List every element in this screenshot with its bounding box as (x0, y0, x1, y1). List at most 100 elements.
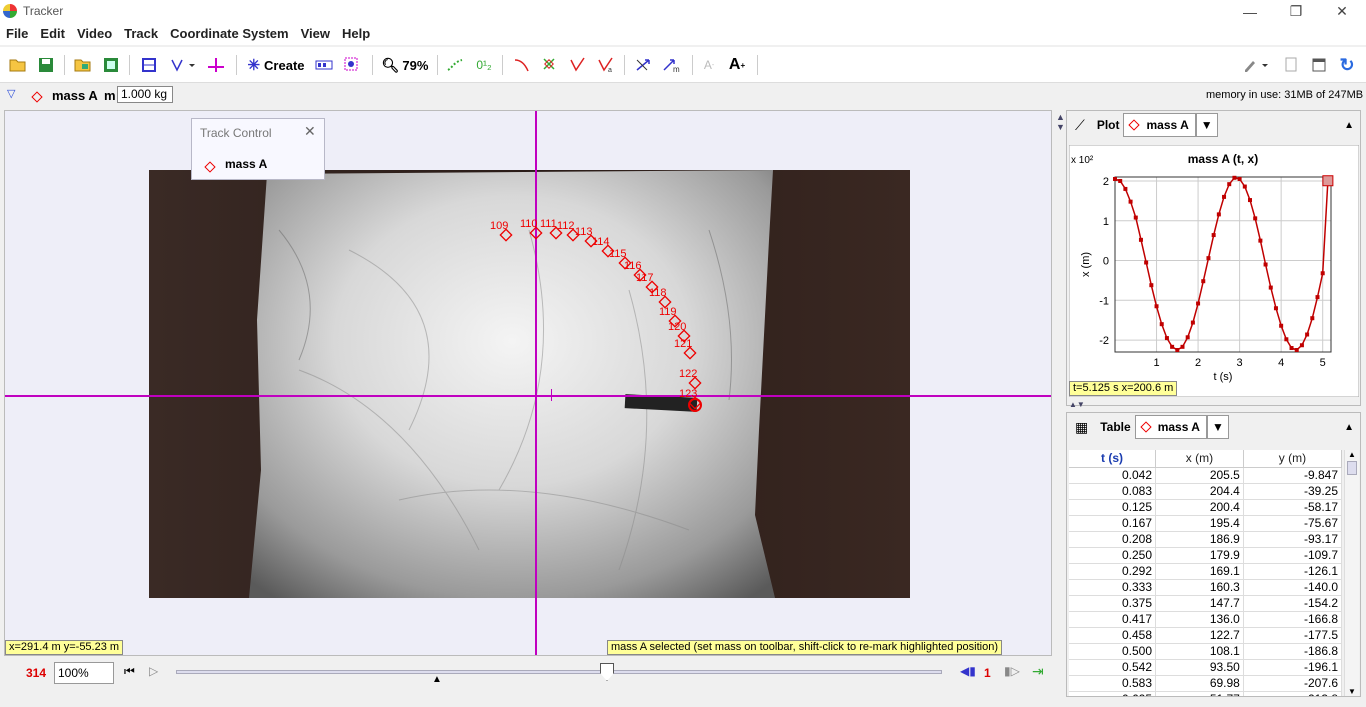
open-folder-icon[interactable] (7, 54, 29, 76)
plot-data-point[interactable] (1315, 295, 1320, 300)
drawing-pencil-icon[interactable] (1240, 54, 1272, 76)
column-header-x[interactable]: x (m) (1155, 450, 1244, 468)
plot-data-point[interactable] (1201, 279, 1206, 284)
menu-video[interactable]: Video (71, 23, 118, 45)
table-row[interactable]: 0.083 204.4 -39.25 (1069, 483, 1342, 500)
plot-data-point[interactable] (1133, 215, 1138, 220)
table-row[interactable]: 0.208 186.9 -93.17 (1069, 531, 1342, 548)
cell-t[interactable]: 0.250 (1069, 547, 1157, 564)
menu-coordinate-system[interactable]: Coordinate System (164, 23, 294, 45)
trails-icon[interactable] (444, 54, 466, 76)
notes-icon[interactable] (1281, 54, 1301, 76)
plot-data-point[interactable] (1237, 176, 1242, 181)
cell-t[interactable]: 0.625 (1069, 691, 1157, 696)
open-video-icon[interactable] (72, 54, 94, 76)
table-row[interactable]: 0.542 93.50 -196.1 (1069, 659, 1342, 676)
split-arrows-icon[interactable]: ▲ ▼ (1056, 112, 1065, 132)
cell-y[interactable]: -39.25 (1243, 483, 1342, 500)
loop-icon[interactable]: ⇥ (1032, 663, 1044, 680)
cell-x[interactable]: 51.77 (1155, 691, 1244, 696)
cell-t[interactable]: 0.375 (1069, 595, 1157, 612)
plot-track-dropdown[interactable]: mass A (1123, 113, 1196, 137)
position-icon[interactable] (539, 54, 561, 76)
menu-edit[interactable]: Edit (34, 23, 71, 45)
plot-data-point[interactable] (1196, 301, 1201, 306)
export-icon[interactable] (100, 54, 122, 76)
cell-y[interactable]: -186.8 (1243, 643, 1342, 660)
track-name[interactable]: mass A (52, 88, 98, 103)
step-back-icon[interactable]: ◀▮ (960, 664, 976, 678)
plot-data-point[interactable] (1123, 186, 1128, 191)
mass-input[interactable]: 1.000 kg (117, 86, 173, 103)
plot-data-point[interactable] (1180, 344, 1185, 349)
cell-t[interactable]: 0.208 (1069, 531, 1157, 548)
table-dropdown-arrow-icon[interactable]: ▼ (1206, 415, 1229, 439)
table-collapse-icon[interactable]: ▲ (1344, 422, 1354, 433)
cell-y[interactable]: -166.8 (1243, 611, 1342, 628)
plot-data-point[interactable] (1175, 348, 1180, 353)
plot-data-point[interactable] (1279, 323, 1284, 328)
step-size[interactable]: 1 (984, 666, 991, 680)
cell-t[interactable]: 0.542 (1069, 659, 1157, 676)
menu-file[interactable]: File (0, 23, 34, 45)
plot-data-point[interactable] (1299, 343, 1304, 348)
cell-y[interactable]: -196.1 (1243, 659, 1342, 676)
table-row[interactable]: 0.292 169.1 -126.1 (1069, 563, 1342, 580)
track-list-icon[interactable] (313, 54, 335, 76)
plot-data-point[interactable] (1170, 344, 1175, 349)
minimize-button[interactable]: — (1227, 0, 1273, 23)
cell-y[interactable]: -177.5 (1243, 627, 1342, 644)
table-track-dropdown[interactable]: mass A (1134, 415, 1207, 439)
time-slider-thumb[interactable] (600, 663, 614, 681)
cell-y[interactable]: -9.847 (1243, 467, 1342, 484)
xm-vector-icon[interactable]: m (660, 54, 684, 76)
plot-data-point[interactable] (1206, 256, 1211, 261)
font-larger-icon[interactable]: A + (726, 54, 748, 76)
cell-x[interactable]: 169.1 (1155, 563, 1244, 580)
cell-x[interactable]: 205.5 (1155, 467, 1244, 484)
xmass-icon[interactable] (632, 54, 656, 76)
clip-start-marker[interactable]: ▲ (432, 674, 442, 685)
cell-t[interactable]: 0.042 (1069, 467, 1157, 484)
go-to-start-icon[interactable]: ⏮ (124, 664, 135, 679)
cell-x[interactable]: 204.4 (1155, 483, 1244, 500)
table-row[interactable]: 0.333 160.3 -140.0 (1069, 579, 1342, 596)
time-slider-track[interactable] (176, 670, 942, 674)
track-menu-triangle-icon[interactable]: ▽ (7, 87, 15, 100)
cell-x[interactable]: 93.50 (1155, 659, 1244, 676)
cell-x[interactable]: 136.0 (1155, 611, 1244, 628)
plot-data-point[interactable] (1268, 285, 1273, 290)
plot-data-point[interactable] (1320, 271, 1325, 276)
plot-data-point[interactable] (1242, 184, 1247, 189)
cell-y[interactable]: -154.2 (1243, 595, 1342, 612)
plot-data-point[interactable] (1118, 178, 1123, 183)
memory-readout[interactable]: memory in use: 31MB of 247MB (1206, 89, 1363, 101)
plot-data-point[interactable] (1185, 335, 1190, 340)
cell-t[interactable]: 0.417 (1069, 611, 1157, 628)
plot-data-point[interactable] (1144, 260, 1149, 265)
frame-number[interactable]: 314 (26, 666, 46, 680)
plot-data-point[interactable] (1138, 237, 1143, 242)
window-layout-icon[interactable] (1308, 54, 1330, 76)
table-row[interactable]: 0.375 147.7 -154.2 (1069, 595, 1342, 612)
cell-x[interactable]: 160.3 (1155, 579, 1244, 596)
cell-x[interactable]: 200.4 (1155, 499, 1244, 516)
playback-rate-spinner[interactable]: 100% (54, 662, 114, 684)
plot-data-point[interactable] (1149, 283, 1154, 288)
cell-y[interactable]: -93.17 (1243, 531, 1342, 548)
plot-data-point[interactable] (1258, 238, 1263, 243)
cell-x[interactable]: 186.9 (1155, 531, 1244, 548)
cell-x[interactable]: 69.98 (1155, 675, 1244, 692)
table-row[interactable]: 0.417 136.0 -166.8 (1069, 611, 1342, 628)
play-icon[interactable]: ▷ (149, 664, 158, 678)
menu-track[interactable]: Track (118, 23, 164, 45)
scroll-up-icon[interactable]: ▲ (1345, 450, 1359, 459)
table-row[interactable]: 0.583 69.98 -207.6 (1069, 675, 1342, 692)
table-scrollbar[interactable]: ▲ ▼ (1344, 450, 1359, 696)
scroll-down-icon[interactable]: ▼ (1345, 687, 1359, 696)
table-row[interactable]: 0.125 200.4 -58.17 (1069, 499, 1342, 516)
column-header-y[interactable]: y (m) (1243, 450, 1342, 468)
restore-button[interactable]: ❐ (1273, 0, 1319, 23)
table-row[interactable]: 0.458 122.7 -177.5 (1069, 627, 1342, 644)
track-control-close-icon[interactable]: ✕ (304, 123, 316, 140)
